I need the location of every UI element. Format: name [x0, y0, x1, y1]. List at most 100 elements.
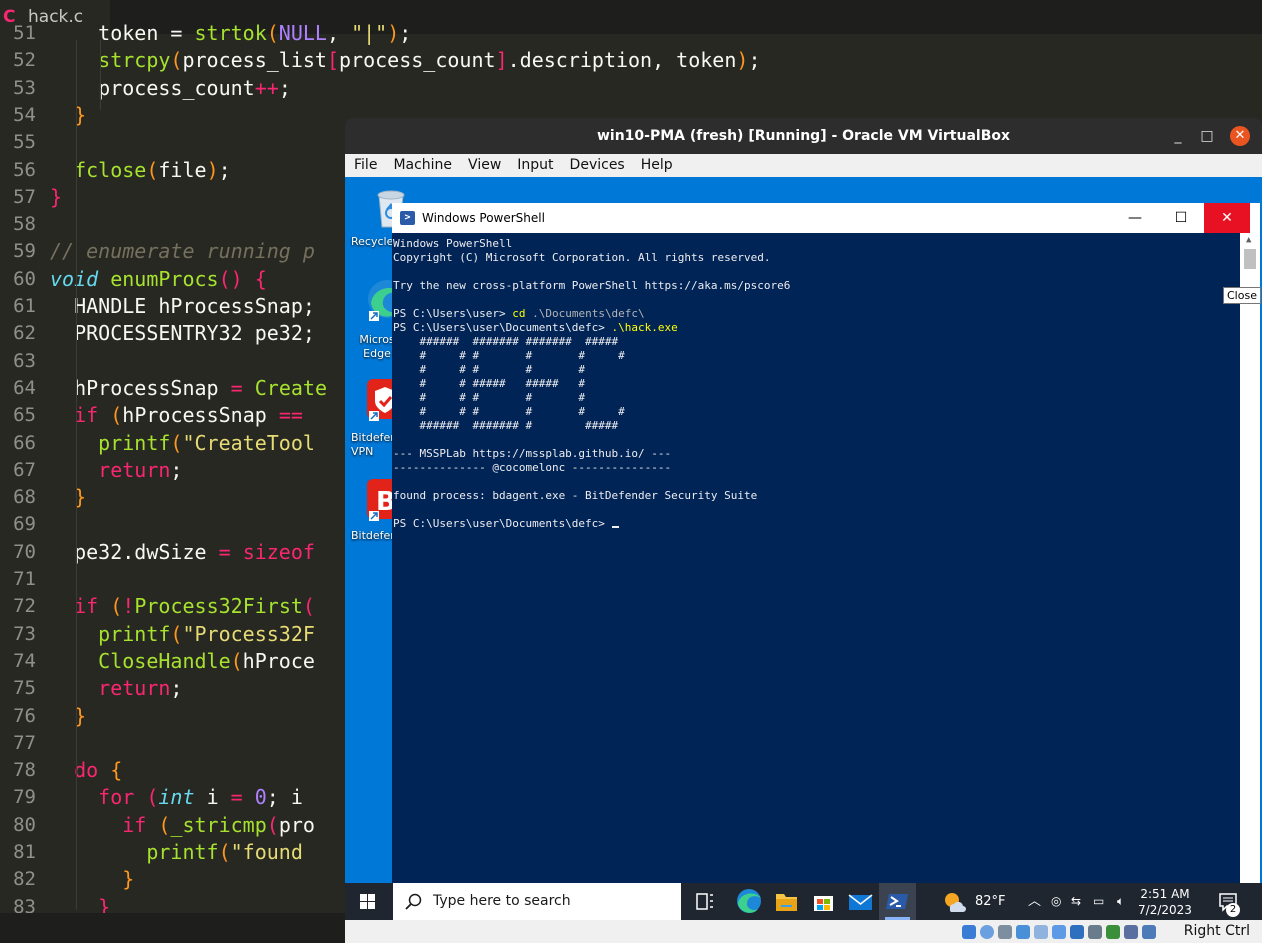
- line-number: 83: [13, 895, 36, 913]
- clock-time: 2:51 AM: [1140, 887, 1190, 901]
- weather-icon[interactable]: [942, 891, 966, 913]
- search-icon: [405, 893, 422, 910]
- ps-minimize-button[interactable]: —: [1112, 203, 1158, 233]
- taskbar-store[interactable]: [805, 883, 842, 920]
- code-text: for (int i = 0; i: [98, 785, 303, 810]
- guest-desktop[interactable]: Recycle Micros Edge Bitdefen VPN B Bitde…: [345, 177, 1262, 883]
- recording-status-icon[interactable]: [1088, 925, 1102, 939]
- weather-temperature[interactable]: 82°F: [975, 883, 1006, 920]
- vbox-minimize-button[interactable]: _: [1168, 126, 1188, 146]
- taskbar-powershell[interactable]: [879, 883, 916, 920]
- mouse-integration-icon[interactable]: [1142, 925, 1156, 939]
- tray-volume-icon[interactable]: 🔈︎: [1117, 883, 1124, 920]
- edge-icon: [737, 889, 761, 913]
- ps-scroll-thumb[interactable]: [1244, 249, 1256, 269]
- display-status-icon[interactable]: [1070, 925, 1084, 939]
- indent-guide: [100, 40, 101, 110]
- code-text: hProcessSnap = Create: [74, 375, 327, 400]
- console-line: Copyright (C) Microsoft Corporation. All…: [393, 251, 771, 264]
- code-text: strcpy(process_list[process_count].descr…: [98, 48, 761, 73]
- vbox-close-button[interactable]: ✕: [1230, 126, 1250, 146]
- line-number: 51: [13, 22, 36, 44]
- code-text: HANDLE hProcessSnap;: [74, 294, 315, 318]
- shared-folders-icon[interactable]: [1052, 925, 1066, 939]
- vbox-window-title: win10-PMA (fresh) [Running] - Oracle VM …: [596, 128, 1011, 144]
- vbox-maximize-button[interactable]: □: [1197, 126, 1217, 146]
- code-text: }: [98, 894, 111, 913]
- search-placeholder: Type here to search: [433, 893, 571, 909]
- line-number: 79: [13, 786, 36, 809]
- taskbar-file-explorer[interactable]: [768, 883, 805, 920]
- console-line: # # # # # #: [393, 349, 625, 362]
- virtualbox-window: win10-PMA (fresh) [Running] - Oracle VM …: [345, 118, 1262, 943]
- menu-view[interactable]: View: [460, 154, 509, 177]
- taskbar-mail[interactable]: [842, 883, 879, 920]
- code-text: if (!Process32First(: [74, 594, 315, 619]
- console-line: PS C:\Users\user\Documents\defc>: [393, 517, 619, 531]
- powershell-console[interactable]: Windows PowerShell Copyright (C) Microsof…: [392, 233, 1240, 883]
- code-text: token = strtok(NULL, "|");: [98, 21, 412, 45]
- code-text: PROCESSENTRY32 pe32;: [74, 321, 315, 346]
- line-number: 80: [13, 813, 36, 836]
- code-text: return;: [98, 457, 183, 482]
- mail-icon: [848, 894, 873, 910]
- menu-file[interactable]: File: [345, 154, 385, 177]
- line-number: 78: [13, 759, 36, 782]
- task-view-icon: [696, 893, 713, 910]
- cpu-status-icon[interactable]: [1106, 925, 1120, 939]
- console-line: -------------- @cocomelonc -------------…: [393, 461, 672, 474]
- line-number: 60: [13, 267, 36, 290]
- line-number: 68: [13, 486, 36, 509]
- console-line: --- MSSPLab https://mssplab.github.io/ -…: [393, 447, 672, 460]
- line-number: 58: [13, 213, 36, 236]
- tray-usb-icon[interactable]: ⇆: [1071, 883, 1081, 920]
- start-button[interactable]: [345, 883, 391, 920]
- line-number: 56: [13, 158, 36, 181]
- line-number: 81: [13, 841, 36, 863]
- line-number: 64: [13, 376, 36, 399]
- code-text: do {: [74, 758, 123, 783]
- tray-webcam-icon[interactable]: ◎: [1051, 883, 1061, 920]
- tray-overflow-chevron-icon[interactable]: ︿: [1028, 883, 1041, 920]
- code-text: printf("found: [146, 840, 315, 864]
- ps-scrollbar[interactable]: ▲: [1240, 233, 1260, 883]
- code-line[interactable]: 52 strcpy(process_list[process_count].de…: [0, 47, 1262, 74]
- menu-input[interactable]: Input: [509, 154, 561, 177]
- ps-close-button[interactable]: ✕: [1204, 203, 1250, 233]
- line-number: 69: [13, 513, 36, 536]
- host-key-label[interactable]: Right Ctrl: [1184, 920, 1250, 943]
- code-text: fclose(file);: [74, 157, 231, 182]
- usb-status-icon[interactable]: [1034, 925, 1048, 939]
- audio-status-icon[interactable]: [998, 925, 1012, 939]
- line-number: 66: [13, 431, 36, 454]
- scroll-up-arrow-icon[interactable]: ▲: [1246, 235, 1251, 245]
- hdd-status-icon[interactable]: [962, 925, 976, 939]
- code-text: process_count++;: [98, 75, 291, 100]
- menu-devices[interactable]: Devices: [562, 154, 633, 177]
- menu-help[interactable]: Help: [633, 154, 681, 177]
- ps-maximize-button[interactable]: ☐: [1158, 203, 1204, 233]
- code-line[interactable]: 53 process_count++;: [0, 75, 1262, 102]
- keyboard-capture-icon[interactable]: [1124, 925, 1138, 939]
- line-number: 71: [13, 568, 36, 590]
- optical-drive-icon[interactable]: [980, 925, 994, 939]
- taskbar-search-box[interactable]: Type here to search: [393, 883, 681, 920]
- taskbar-edge[interactable]: [731, 883, 768, 920]
- menu-machine[interactable]: Machine: [385, 154, 460, 177]
- taskbar-clock[interactable]: 2:51 AM 7/2/2023: [1135, 886, 1195, 918]
- powershell-title: Windows PowerShell: [422, 211, 545, 225]
- bitdefender-label: Bitdefen: [351, 529, 398, 542]
- code-line[interactable]: 51 token = strtok(NULL, "|");: [0, 20, 1262, 47]
- clock-date: 7/2/2023: [1138, 903, 1192, 917]
- network-status-icon[interactable]: [1016, 925, 1030, 939]
- close-tooltip: Close: [1223, 287, 1261, 304]
- powershell-titlebar[interactable]: > Windows PowerShell — ☐ ✕: [392, 203, 1260, 233]
- tray-network-icon[interactable]: ▭: [1093, 883, 1104, 920]
- line-number: 57: [13, 185, 36, 208]
- vbox-titlebar[interactable]: win10-PMA (fresh) [Running] - Oracle VM …: [345, 118, 1262, 154]
- line-number: 70: [13, 540, 36, 563]
- powershell-icon: >: [400, 211, 415, 225]
- task-view-button[interactable]: [686, 883, 723, 920]
- powershell-window: > Windows PowerShell — ☐ ✕ Windows Power…: [392, 203, 1260, 883]
- vbox-menubar: File Machine View Input Devices Help: [345, 154, 1262, 177]
